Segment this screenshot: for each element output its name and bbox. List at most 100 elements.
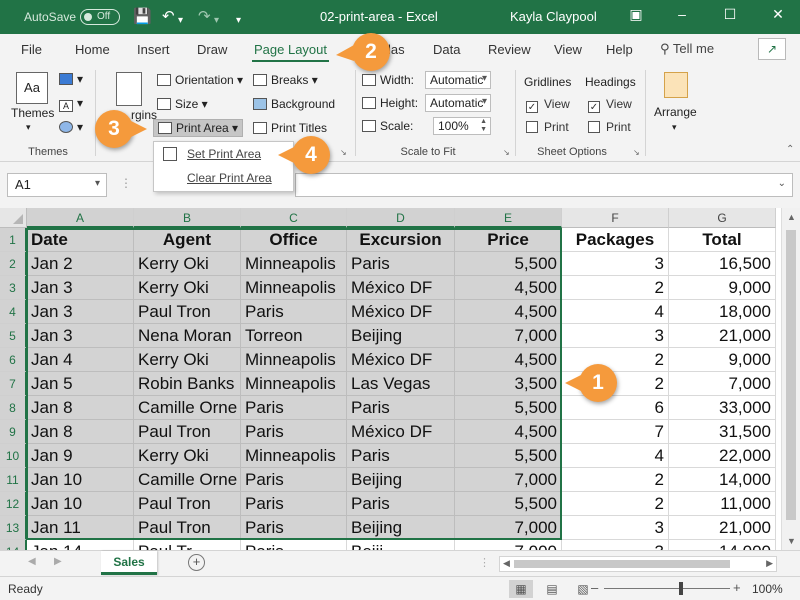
column-header[interactable]: C: [241, 208, 347, 228]
row-header[interactable]: 9: [0, 420, 27, 444]
table-cell[interactable]: Jan 8: [27, 420, 134, 444]
table-cell[interactable]: Jan 10: [27, 492, 134, 516]
table-cell[interactable]: 7,000: [669, 372, 776, 396]
table-cell[interactable]: Paris: [241, 540, 347, 550]
tell-me-search[interactable]: ⚲ Tell me: [660, 41, 714, 57]
table-cell[interactable]: 11,000: [669, 492, 776, 516]
row-header[interactable]: 13: [0, 516, 27, 540]
table-header-cell[interactable]: Price: [455, 228, 562, 252]
table-cell[interactable]: Kerry Oki: [134, 444, 241, 468]
table-cell[interactable]: 4,500: [455, 420, 562, 444]
table-cell[interactable]: Beijing: [347, 516, 455, 540]
arrange-icon[interactable]: [664, 72, 688, 98]
print-area-button[interactable]: Print Area ▾: [153, 119, 244, 137]
scroll-left-icon[interactable]: ◀: [503, 558, 510, 569]
vertical-scrollbar[interactable]: ▲ ▼: [781, 208, 800, 550]
fonts-button[interactable]: A ▾: [59, 96, 83, 112]
name-box[interactable]: A1 ▾: [7, 173, 107, 197]
table-cell[interactable]: 5,500: [455, 492, 562, 516]
table-cell[interactable]: 2: [562, 492, 669, 516]
table-header-cell[interactable]: Agent: [134, 228, 241, 252]
table-header-cell[interactable]: Office: [241, 228, 347, 252]
table-cell[interactable]: Torreon: [241, 324, 347, 348]
redo-icon[interactable]: ↷: [198, 8, 211, 26]
tab-draw[interactable]: Draw: [197, 42, 227, 57]
table-cell[interactable]: Jan 5: [27, 372, 134, 396]
table-cell[interactable]: Paul Tron: [134, 420, 241, 444]
height-dropdown[interactable]: Automatic ▾: [425, 94, 491, 112]
table-header-cell[interactable]: Packages: [562, 228, 669, 252]
table-cell[interactable]: México DF: [347, 276, 455, 300]
table-cell[interactable]: Camille Orne: [134, 396, 241, 420]
undo-icon[interactable]: ↶: [162, 8, 175, 26]
table-cell[interactable]: Jan 2: [27, 252, 134, 276]
tab-data[interactable]: Data: [433, 42, 460, 57]
horizontal-scrollbar[interactable]: ◀ ▶: [499, 556, 777, 572]
table-cell[interactable]: 5,500: [455, 444, 562, 468]
table-header-cell[interactable]: Date: [27, 228, 134, 252]
scroll-down-icon[interactable]: ▼: [787, 536, 796, 546]
width-dropdown[interactable]: Automatic ▾: [425, 71, 491, 89]
themes-icon[interactable]: Aa: [16, 72, 48, 104]
select-all-button[interactable]: [0, 208, 27, 228]
table-cell[interactable]: Jan 11: [27, 516, 134, 540]
table-cell[interactable]: 16,500: [669, 252, 776, 276]
table-cell[interactable]: México DF: [347, 420, 455, 444]
table-cell[interactable]: Kerry Oki: [134, 252, 241, 276]
worksheet-grid[interactable]: A B C D E F G 1 Date Agent Office Excursion Price Pac…: [0, 208, 800, 550]
size-button[interactable]: Size ▾: [157, 97, 208, 111]
themes-dropdown-icon[interactable]: ▾: [26, 122, 31, 133]
sheet-options-launcher-icon[interactable]: ↘: [633, 148, 641, 157]
arrange-dropdown-icon[interactable]: ▾: [672, 122, 677, 133]
table-cell[interactable]: 3: [562, 252, 669, 276]
clear-print-area-item[interactable]: Clear Print Area: [187, 171, 272, 185]
table-cell[interactable]: Paul Tr: [134, 540, 241, 550]
table-cell[interactable]: México DF: [347, 300, 455, 324]
headings-print-checkbox[interactable]: Print: [588, 120, 631, 134]
table-cell[interactable]: 7,000: [455, 324, 562, 348]
table-cell[interactable]: 4: [562, 300, 669, 324]
themes-button[interactable]: Themes: [11, 106, 54, 120]
table-cell[interactable]: Las Vegas: [347, 372, 455, 396]
zoom-slider-knob[interactable]: [679, 582, 683, 595]
table-cell[interactable]: Kerry Oki: [134, 348, 241, 372]
expand-formula-icon[interactable]: ⌄: [778, 178, 786, 189]
table-cell[interactable]: Paul Tron: [134, 492, 241, 516]
column-header[interactable]: G: [669, 208, 776, 228]
table-cell[interactable]: 3: [562, 540, 669, 550]
table-cell[interactable]: 22,000: [669, 444, 776, 468]
gridlines-print-checkbox[interactable]: Print: [526, 120, 569, 134]
table-cell[interactable]: 9,000: [669, 348, 776, 372]
table-cell[interactable]: Paris: [241, 468, 347, 492]
background-button[interactable]: Background: [253, 97, 335, 111]
table-cell[interactable]: Paul Tron: [134, 300, 241, 324]
table-cell[interactable]: Paris: [347, 396, 455, 420]
tab-view[interactable]: View: [554, 42, 582, 57]
gridlines-view-checkbox[interactable]: ✓ View: [526, 97, 570, 113]
table-cell[interactable]: Jan 14: [27, 540, 134, 550]
row-header[interactable]: 6: [0, 348, 27, 372]
table-cell[interactable]: Paris: [241, 300, 347, 324]
table-cell[interactable]: Jan 3: [27, 300, 134, 324]
zoom-in-icon[interactable]: +: [733, 580, 741, 595]
redo-dropdown-icon[interactable]: ▾: [214, 12, 219, 30]
save-icon[interactable]: 💾: [133, 8, 152, 26]
margins-icon[interactable]: [116, 72, 142, 106]
table-cell[interactable]: Paris: [241, 420, 347, 444]
scroll-thumb[interactable]: [514, 560, 730, 568]
table-cell[interactable]: Paris: [347, 444, 455, 468]
table-cell[interactable]: Paris: [241, 516, 347, 540]
table-cell[interactable]: Nena Moran: [134, 324, 241, 348]
zoom-level[interactable]: 100%: [752, 582, 783, 596]
table-cell[interactable]: 9,000: [669, 276, 776, 300]
share-button[interactable]: ↗: [758, 38, 786, 60]
table-cell[interactable]: 2: [562, 276, 669, 300]
table-cell[interactable]: 5,500: [455, 252, 562, 276]
customize-qat-icon[interactable]: ▾: [236, 12, 241, 30]
print-titles-button[interactable]: Print Titles: [253, 121, 327, 135]
page-setup-launcher-icon[interactable]: ↘: [340, 148, 348, 157]
scale-spinner[interactable]: 100% ▲ ▼: [433, 117, 491, 135]
table-cell[interactable]: Paul Tron: [134, 516, 241, 540]
colors-button[interactable]: ▾: [59, 72, 83, 86]
table-cell[interactable]: Minneapolis: [241, 252, 347, 276]
